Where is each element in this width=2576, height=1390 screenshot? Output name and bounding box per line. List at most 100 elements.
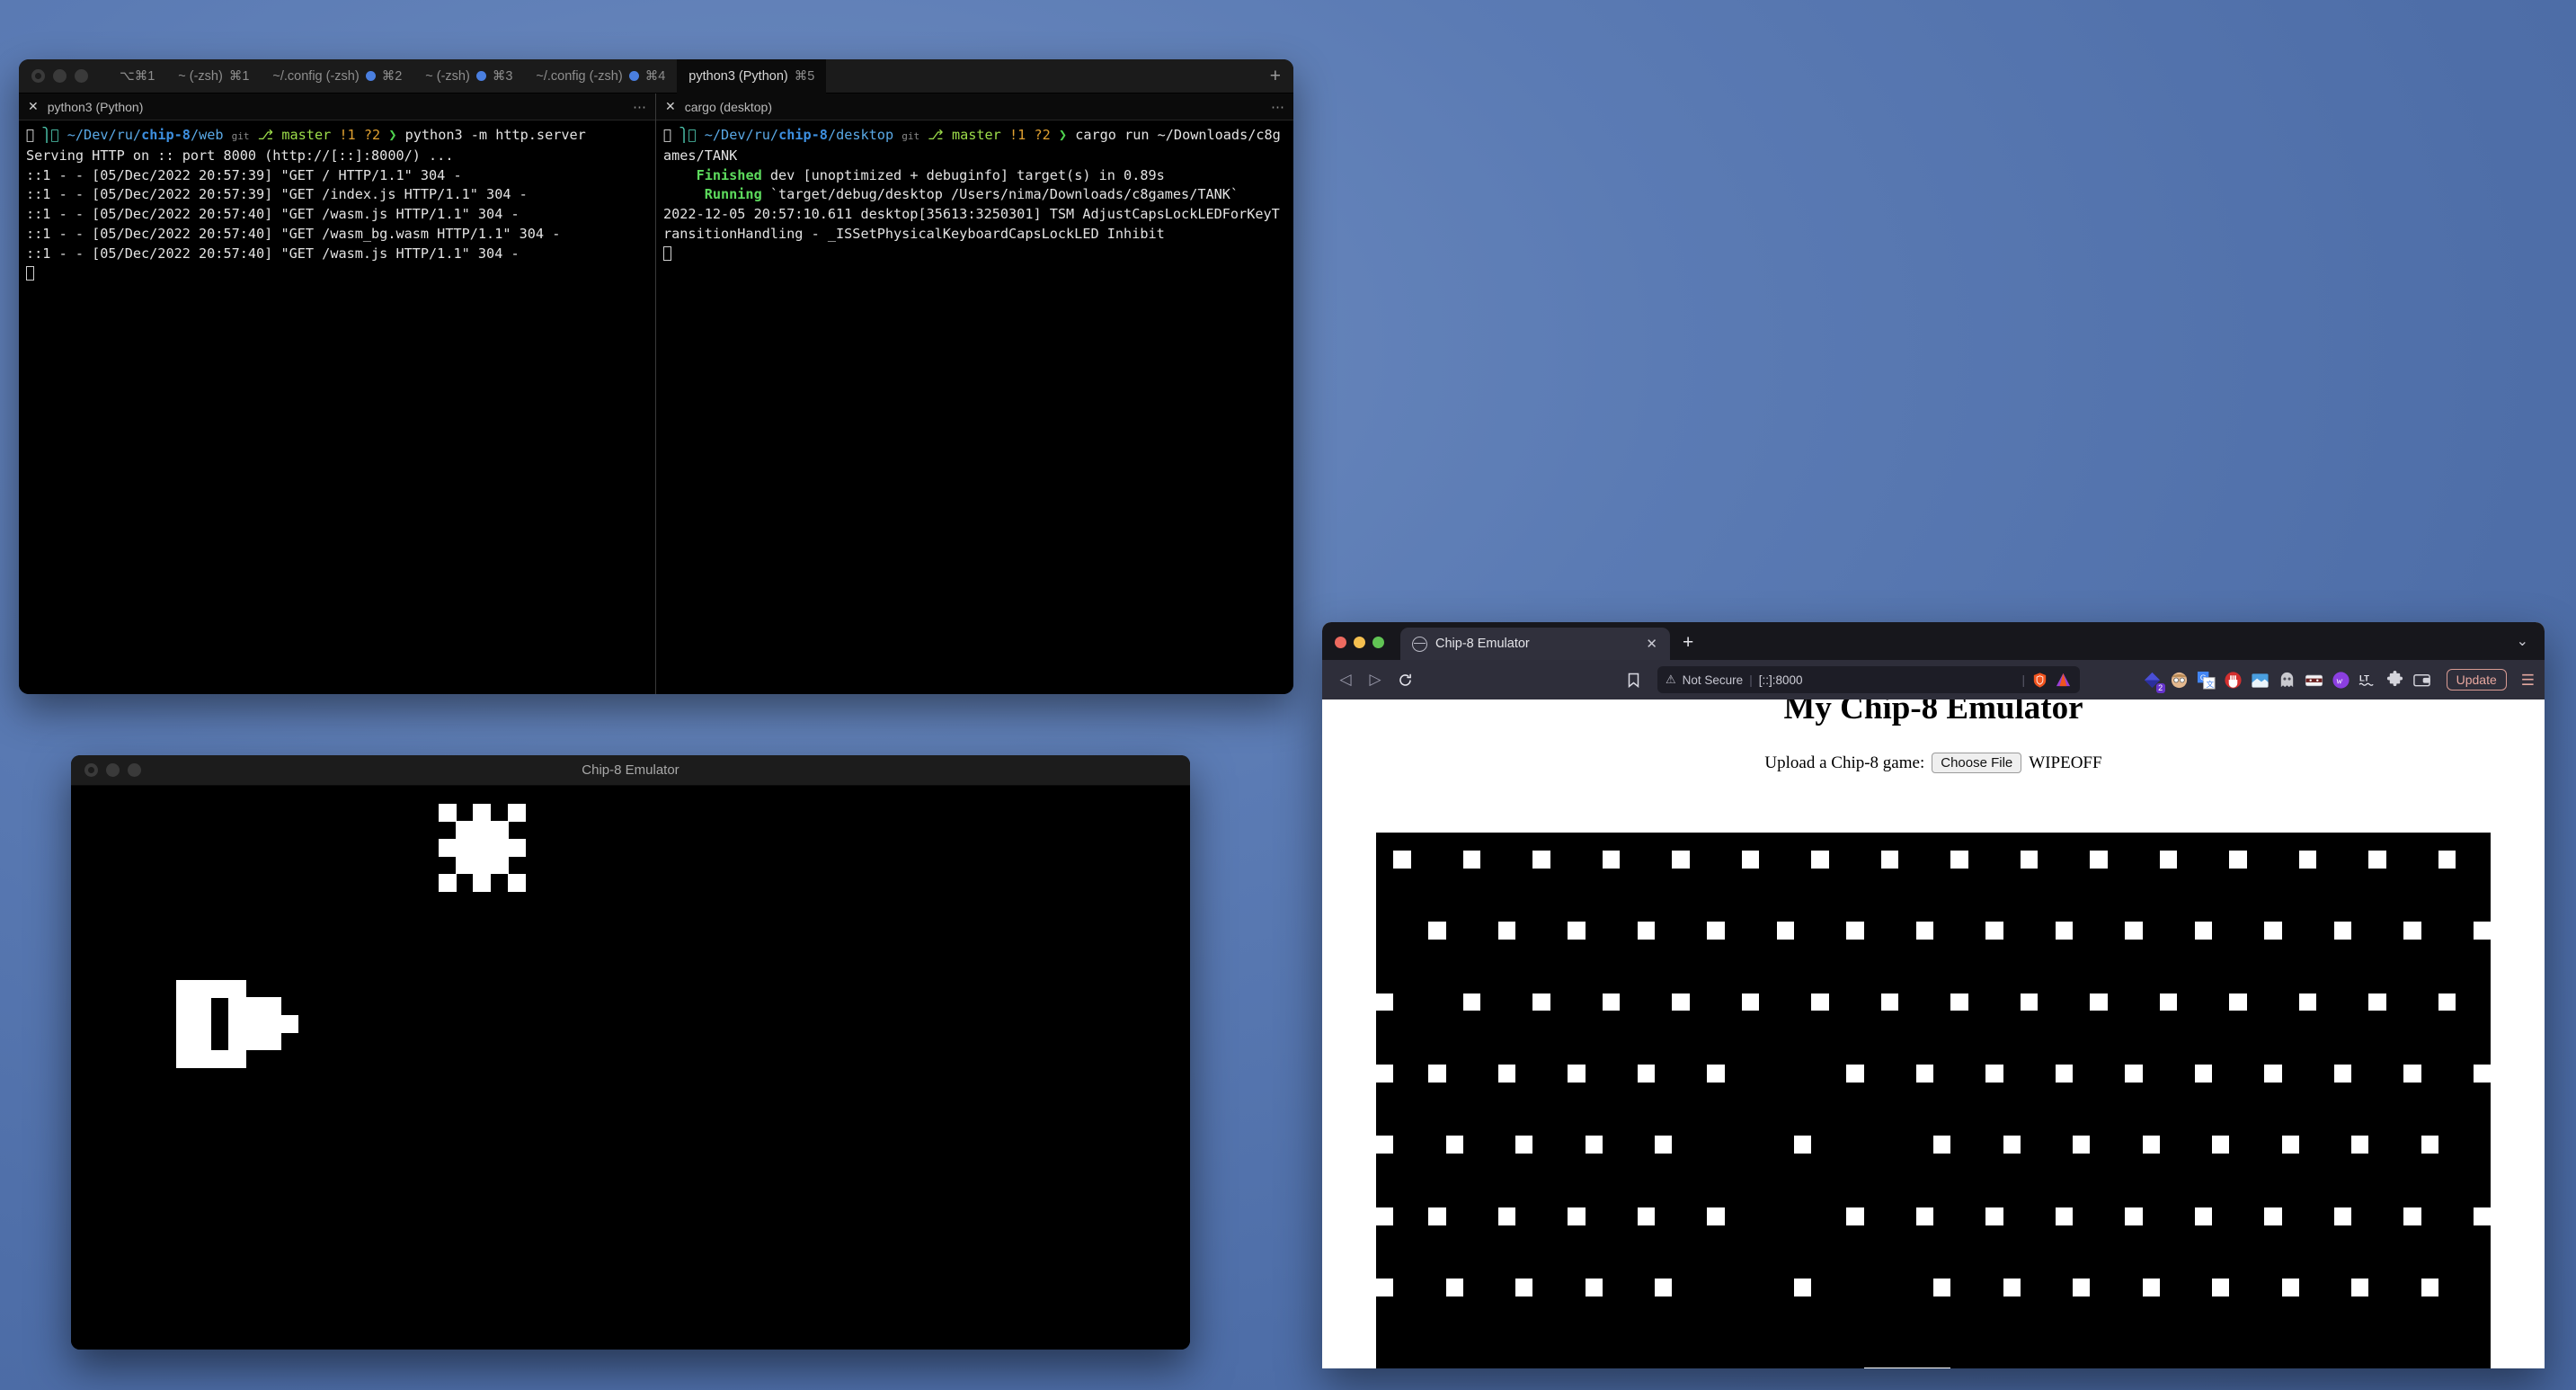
omnibox-divider-2: | — [2021, 673, 2025, 687]
browser-close-button[interactable] — [1335, 637, 1346, 648]
iterm-minimize-button[interactable] — [53, 69, 67, 83]
chip8-titlebar[interactable]: Chip-8 Emulator — [71, 755, 1190, 786]
wipeoff-pixel — [2212, 1136, 2230, 1154]
chip8-pixel — [228, 1014, 247, 1033]
browser-extensions[interactable]: 2 G文 w LT Update ☰ — [2143, 669, 2535, 693]
chip8-desktop-window[interactable]: Chip-8 Emulator — [71, 755, 1190, 1350]
iterm-tab-2[interactable]: ~/.config (-zsh) ⌘2 — [261, 59, 413, 94]
hamburger-menu-icon[interactable]: ☰ — [2521, 673, 2535, 688]
iterm-tab-0[interactable]: ⌥⌘1 — [108, 59, 166, 94]
wipeoff-pixel — [2159, 850, 2178, 869]
back-icon[interactable]: ◁ — [1332, 666, 1359, 693]
wipeoff-pixel — [1445, 1136, 1463, 1154]
cargo-running-rest: `target/debug/desktop /Users/nima/Downlo… — [761, 186, 1239, 203]
chip8-pixel — [175, 1014, 194, 1033]
brave-rewards-icon[interactable] — [2055, 672, 2072, 689]
browser-minimize-button[interactable] — [1354, 637, 1365, 648]
browser-toolbar[interactable]: ◁ ▷ ⚠ Not Secure | [::]:8000 | 2 G 文 w L… — [1322, 660, 2545, 699]
wipeoff-pixel — [2090, 993, 2108, 1011]
iterm-pane-python3[interactable]: ✕ python3 (Python) ⋯  ⎫⎯ ~/Dev/ru/chip-… — [19, 94, 656, 694]
prompt-command-left: python3 -m http.server — [404, 127, 586, 143]
prompt-modified-right: !1 — [1008, 127, 1026, 143]
browser-window[interactable]: Chip-8 Emulator ✕ + ⌄ ◁ ▷ ⚠ Not Secure |… — [1322, 622, 2545, 1368]
wipeoff-pixel — [2055, 922, 2073, 940]
terminal-line-left-0: Serving HTTP on :: port 8000 (http://[::… — [26, 147, 454, 164]
wipeoff-pixel — [1532, 993, 1550, 1011]
iterm-tab-5[interactable]: python3 (Python) ⌘5 — [677, 59, 827, 94]
iterm-traffic-lights[interactable] — [31, 69, 88, 83]
chip8-game-canvas[interactable] — [71, 786, 1190, 1350]
prompt-git-label-left: git — [230, 130, 250, 142]
forward-icon[interactable]: ▷ — [1362, 666, 1389, 693]
iterm-new-tab-button[interactable]: + — [1270, 67, 1281, 85]
wipeoff-pixel — [1915, 922, 1933, 940]
chip8-pixel — [280, 1014, 299, 1033]
iterm-pane-cargo[interactable]: ✕ cargo (desktop) ⋯  ⎫⎯ ~/Dev/ru/chip-8… — [656, 94, 1293, 694]
wipeoff-pixel — [2264, 1207, 2282, 1225]
ublock-origin-icon[interactable] — [2224, 671, 2243, 690]
iterm-tab-3-shortcut: ⌘3 — [492, 68, 513, 84]
prompt-git-label-right: git — [900, 130, 919, 142]
chip8-pixel — [193, 1014, 212, 1033]
wallet-icon[interactable]: w — [2332, 671, 2350, 690]
iterm-close-button[interactable] — [31, 69, 45, 83]
pane-close-icon-right[interactable]: ✕ — [665, 99, 676, 114]
prompt-apple-icon-right:  — [663, 127, 672, 143]
browser-traffic-lights[interactable] — [1335, 637, 1384, 660]
extensions-puzzle-icon[interactable] — [2385, 670, 2404, 690]
terminal-output-right[interactable]:  ⎫⎯ ~/Dev/ru/chip-8/desktop git ⎇ maste… — [656, 120, 1293, 694]
address-bar[interactable]: ⚠ Not Secure | [::]:8000 | — [1657, 666, 2080, 693]
browser-zoom-button[interactable] — [1372, 637, 1384, 648]
chip8-pixel — [175, 1032, 194, 1051]
wipeoff-pixel — [2229, 850, 2247, 869]
wipeoff-pixel — [1376, 1064, 1394, 1083]
close-icon[interactable]: ✕ — [1643, 636, 1660, 652]
gem-icon[interactable]: 2 — [2143, 671, 2165, 693]
iterm-tab-4[interactable]: ~/.config (-zsh) ⌘4 — [524, 59, 677, 94]
chip8-pixel — [473, 838, 492, 857]
update-button[interactable]: Update — [2446, 669, 2507, 691]
pane-options-icon-left[interactable]: ⋯ — [633, 99, 646, 115]
wipeoff-pixel — [1811, 993, 1829, 1011]
wipeoff-pixel — [2281, 1136, 2299, 1154]
reload-icon[interactable] — [1391, 666, 1418, 693]
new-tab-button[interactable]: + — [1670, 633, 1706, 660]
iterm-tab-bar[interactable]: ⌥⌘1 ~ (-zsh) ⌘1 ~/.config (-zsh) ⌘2 ~ (-… — [19, 59, 1293, 94]
bitwarden-icon[interactable] — [2305, 671, 2323, 690]
screenshot-icon[interactable] — [2251, 671, 2270, 690]
pane-options-icon-right[interactable]: ⋯ — [1271, 99, 1284, 115]
iterm-tab-4-label: ~/.config (-zsh) — [536, 68, 623, 84]
iterm-tab-3[interactable]: ~ (-zsh) ⌘3 — [413, 59, 524, 94]
terminal-line-left-3: ::1 - - [05/Dec/2022 20:57:40] "GET /was… — [26, 206, 520, 223]
chip8-pixel — [473, 856, 492, 875]
languagetool-icon[interactable]: LT — [2358, 671, 2377, 690]
gem-icon-badge: 2 — [2155, 682, 2165, 693]
face-icon[interactable] — [2170, 671, 2189, 690]
warning-triangle-icon: ⚠ — [1666, 673, 1676, 686]
wipeoff-game-canvas[interactable] — [1376, 833, 2491, 1368]
wipeoff-pixel — [1776, 922, 1794, 940]
ghostery-icon[interactable] — [2278, 671, 2296, 690]
browser-tab-chip8[interactable]: Chip-8 Emulator ✕ — [1400, 628, 1670, 660]
bookmark-icon[interactable] — [1620, 666, 1647, 693]
terminal-output-left[interactable]:  ⎫⎯ ~/Dev/ru/chip-8/web git ⎇ master !1… — [19, 120, 655, 694]
google-translate-icon[interactable]: G文 — [2197, 671, 2216, 690]
chevron-down-icon[interactable]: ⌄ — [2517, 632, 2545, 660]
iterm-zoom-button[interactable] — [75, 69, 88, 83]
card-wallet-icon[interactable] — [2412, 671, 2431, 690]
wipeoff-pixel — [2281, 1279, 2299, 1296]
brave-shields-icon[interactable] — [2031, 672, 2048, 689]
wipeoff-pixel — [2003, 1279, 2021, 1296]
iterm-window[interactable]: ⌥⌘1 ~ (-zsh) ⌘1 ~/.config (-zsh) ⌘2 ~ (-… — [19, 59, 1293, 694]
pane-close-icon-left[interactable]: ✕ — [28, 99, 39, 114]
chip8-pixel — [175, 979, 194, 998]
wipeoff-pixel — [2073, 1136, 2091, 1154]
choose-file-button[interactable]: Choose File — [1932, 753, 2022, 773]
wipeoff-pixel — [2368, 850, 2386, 869]
url-text[interactable]: [::]:8000 — [1759, 673, 1803, 687]
wipeoff-pixel — [1655, 1279, 1673, 1296]
wipeoff-pixel — [1985, 1207, 2003, 1225]
browser-tab-strip[interactable]: Chip-8 Emulator ✕ + ⌄ — [1322, 622, 2545, 660]
iterm-tab-1-label: ~ (-zsh) — [178, 68, 223, 84]
iterm-tab-1[interactable]: ~ (-zsh) ⌘1 — [166, 59, 261, 94]
